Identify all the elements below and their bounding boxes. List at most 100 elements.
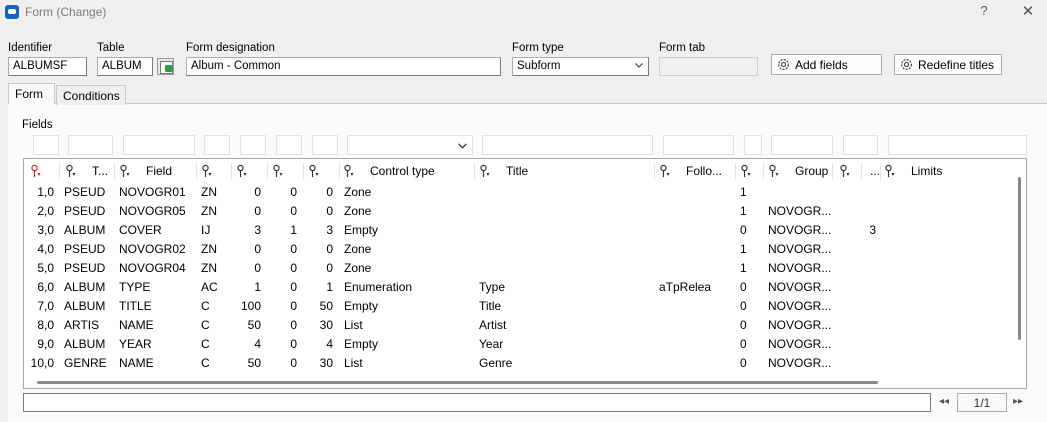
column-separator[interactable] (880, 163, 881, 180)
filter-input[interactable] (123, 135, 195, 155)
grid-cell[interactable]: 8,0 (24, 316, 54, 335)
grid-cell[interactable]: C (201, 335, 226, 354)
grid-cell[interactable] (479, 240, 639, 259)
grid-cell[interactable]: GENRE (64, 354, 114, 373)
column-separator[interactable] (763, 163, 764, 180)
grid-cell[interactable] (768, 183, 838, 202)
grid-cell[interactable]: ALBUM (64, 278, 114, 297)
grid-cell[interactable]: 0 (236, 183, 261, 202)
grid-cell[interactable]: 0 (740, 278, 760, 297)
grid-cell[interactable]: 0 (236, 259, 261, 278)
grid-cell[interactable] (866, 202, 876, 221)
tab-conditions[interactable]: Conditions (56, 85, 126, 105)
next-page-button[interactable]: ▸▸ (1013, 396, 1023, 407)
grid-cell[interactable]: YEAR (119, 335, 194, 354)
grid-cell[interactable]: 0 (272, 316, 297, 335)
grid-cell[interactable]: 1 (236, 278, 261, 297)
grid-cell[interactable] (866, 354, 876, 373)
grid-cell[interactable]: 1 (740, 259, 760, 278)
grid-cell[interactable]: 4,0 (24, 240, 54, 259)
grid-cell[interactable]: 5,0 (24, 259, 54, 278)
filter-input[interactable] (240, 135, 266, 155)
grid-cell[interactable] (659, 259, 729, 278)
column-separator[interactable] (861, 163, 862, 180)
filter-input[interactable] (68, 135, 113, 155)
grid-cell[interactable]: 0 (308, 259, 333, 278)
grid-cell[interactable]: 3,0 (24, 221, 54, 240)
grid-cell[interactable]: Zone (344, 259, 464, 278)
grid-cell[interactable]: 50 (236, 316, 261, 335)
grid-cell[interactable]: Artist (479, 316, 639, 335)
grid-cell[interactable]: 6,0 (24, 278, 54, 297)
filter-input[interactable] (663, 135, 734, 155)
grid-cell[interactable] (866, 259, 876, 278)
grid-cell[interactable] (866, 183, 876, 202)
grid-cell[interactable]: IJ (201, 221, 226, 240)
grid-cell[interactable]: Enumeration (344, 278, 464, 297)
grid-cell[interactable]: C (201, 316, 226, 335)
filter-input[interactable] (312, 135, 338, 155)
grid-cell[interactable]: 0 (272, 335, 297, 354)
column-separator[interactable] (267, 163, 268, 180)
grid-cell[interactable]: NOVOGR... (768, 278, 838, 297)
grid-cell[interactable]: NOVOGR... (768, 354, 838, 373)
grid-cell[interactable]: Genre (479, 354, 639, 373)
grid-cell[interactable]: ALBUM (64, 335, 114, 354)
grid-cell[interactable]: NOVOGR02 (119, 240, 194, 259)
grid-cell[interactable]: 3 (236, 221, 261, 240)
grid-cell[interactable]: 2,0 (24, 202, 54, 221)
filter-input[interactable] (888, 135, 1027, 155)
grid-cell[interactable]: Title (479, 297, 639, 316)
grid-cell[interactable]: Empty (344, 335, 464, 354)
grid-cell[interactable]: 1 (740, 240, 760, 259)
grid-cell[interactable]: COVER (119, 221, 194, 240)
filter-input[interactable] (276, 135, 302, 155)
grid-cell[interactable]: 9,0 (24, 335, 54, 354)
grid-cell[interactable] (866, 297, 876, 316)
filter-input[interactable] (33, 135, 59, 155)
column-separator[interactable] (59, 163, 60, 180)
grid-cell[interactable]: 0 (272, 259, 297, 278)
column-separator[interactable] (654, 163, 655, 180)
grid-cell[interactable]: 4 (236, 335, 261, 354)
grid-cell[interactable]: 1 (740, 183, 760, 202)
grid-cell[interactable]: 0 (272, 278, 297, 297)
filter-input[interactable] (482, 135, 653, 155)
column-separator[interactable] (832, 163, 833, 180)
grid-cell[interactable] (866, 240, 876, 259)
grid-cell[interactable]: 1,0 (24, 183, 54, 202)
table-select-icon[interactable] (157, 58, 174, 75)
grid-cell[interactable]: C (201, 354, 226, 373)
grid-cell[interactable]: 0 (236, 202, 261, 221)
grid-cell[interactable]: PSEUD (64, 183, 114, 202)
grid-cell[interactable]: NOVOGR... (768, 202, 838, 221)
grid-cell[interactable]: 0 (740, 316, 760, 335)
grid-cell[interactable]: C (201, 297, 226, 316)
grid-cell[interactable] (659, 202, 729, 221)
grid-cell[interactable]: 50 (308, 297, 333, 316)
grid-cell[interactable]: 0 (740, 354, 760, 373)
table-field[interactable]: ALBUM (97, 57, 153, 76)
filter-select[interactable] (347, 135, 473, 155)
form-designation-field[interactable]: Album - Common (186, 57, 501, 76)
filter-input[interactable] (204, 135, 230, 155)
grid-cell[interactable]: TYPE (119, 278, 194, 297)
form-type-select[interactable]: Subform (512, 57, 649, 76)
grid-cell[interactable] (479, 221, 639, 240)
grid-cell[interactable]: 0 (740, 297, 760, 316)
tab-form[interactable]: Form (8, 83, 55, 104)
grid-cell[interactable]: NOVOGR01 (119, 183, 194, 202)
grid-cell[interactable]: NAME (119, 354, 194, 373)
column-separator[interactable] (474, 163, 475, 180)
horizontal-scrollbar[interactable] (37, 381, 878, 384)
grid-cell[interactable]: Zone (344, 240, 464, 259)
fields-grid[interactable]: T... Field Control type Title Follo... Group.… (23, 158, 1027, 389)
grid-cell[interactable]: 0 (272, 240, 297, 259)
grid-cell[interactable]: 3 (308, 221, 333, 240)
grid-cell[interactable]: NOVOGR... (768, 316, 838, 335)
grid-cell[interactable]: 7,0 (24, 297, 54, 316)
column-separator[interactable] (114, 163, 115, 180)
grid-cell[interactable]: PSEUD (64, 202, 114, 221)
grid-cell[interactable]: ZN (201, 240, 226, 259)
grid-cell[interactable]: 0 (236, 240, 261, 259)
